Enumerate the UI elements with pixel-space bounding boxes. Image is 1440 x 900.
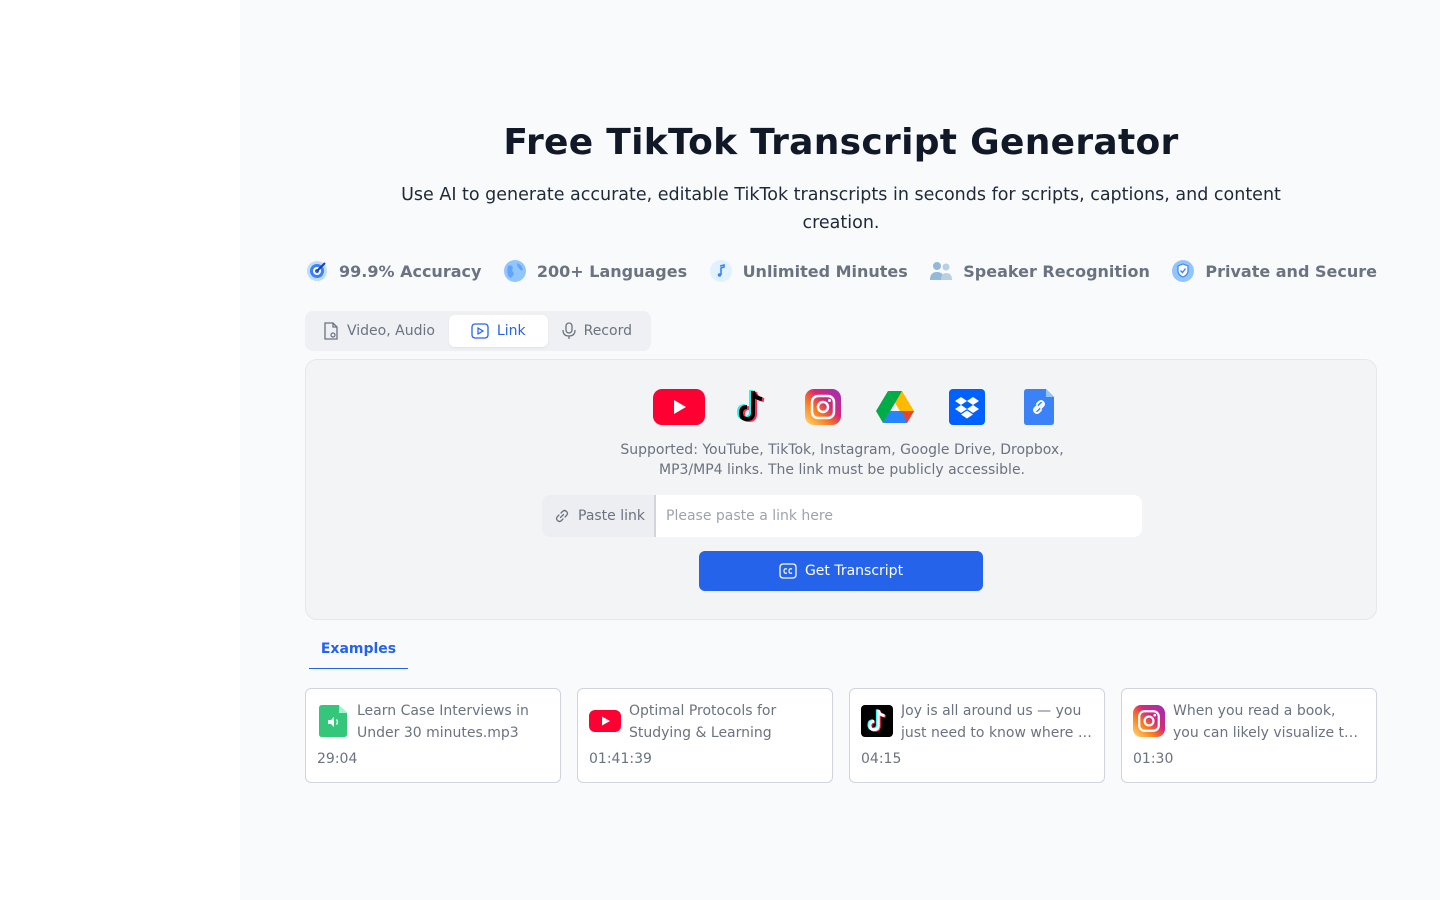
tiktok-icon xyxy=(725,388,777,426)
example-card[interactable]: Optimal Protocols for Studying & Learnin… xyxy=(577,688,833,783)
tiktok-icon xyxy=(861,705,893,737)
google-drive-icon xyxy=(869,388,921,426)
paste-link-text: Paste link xyxy=(578,508,645,524)
examples-tabs: Examples xyxy=(309,630,408,669)
feature-label: 99.9% Accuracy xyxy=(339,261,482,281)
music-note-icon xyxy=(709,259,733,283)
supported-line: MP3/MP4 links. The link must be publicly… xyxy=(658,462,1026,478)
supported-text: Supported: YouTube, TikTok, Instagram, G… xyxy=(592,440,1092,480)
example-duration: 01:41:39 xyxy=(589,751,652,767)
get-transcript-button[interactable]: Get Transcript xyxy=(699,551,983,591)
feature-label: Speaker Recognition xyxy=(963,261,1150,281)
feature-privacy: Private and Secure xyxy=(1171,259,1377,283)
get-transcript-label: Get Transcript xyxy=(804,563,904,579)
shield-icon xyxy=(1171,259,1195,283)
sidebar xyxy=(0,0,240,900)
chain-link-icon xyxy=(555,509,569,523)
link-file-icon xyxy=(1013,388,1065,426)
link-panel: Supported: YouTube, TikTok, Instagram, G… xyxy=(305,359,1377,620)
feature-label: Unlimited Minutes xyxy=(742,261,908,281)
paste-link-label: Paste link xyxy=(542,495,654,537)
tab-link[interactable]: Link xyxy=(448,315,548,347)
feature-list: 99.9% Accuracy 200+ Languages Unlimited … xyxy=(305,259,1377,283)
example-card[interactable]: When you read a book, you can likely vis… xyxy=(1121,688,1377,783)
instagram-icon xyxy=(797,388,849,426)
example-title: Joy is all around us — you just need to … xyxy=(901,703,1092,741)
feature-accuracy: 99.9% Accuracy xyxy=(305,259,481,283)
file-icon xyxy=(324,322,338,340)
tab-record[interactable]: Record xyxy=(548,315,646,347)
example-duration: 29:04 xyxy=(317,751,358,767)
dropbox-icon xyxy=(941,388,993,426)
youtube-icon xyxy=(653,388,705,426)
main-area: Free TikTok Transcript Generator Use AI … xyxy=(240,0,1440,900)
supported-line: Supported: YouTube, TikTok, Instagram, G… xyxy=(620,442,1064,458)
example-duration: 01:30 xyxy=(1133,751,1174,767)
page-title: Free TikTok Transcript Generator xyxy=(503,122,1179,163)
audio-file-icon xyxy=(317,705,349,737)
page-subtitle: Use AI to generate accurate, editable Ti… xyxy=(401,185,1281,233)
target-icon xyxy=(305,259,329,283)
tab-label: Link xyxy=(496,323,526,339)
microphone-icon xyxy=(561,322,576,339)
input-mode-tabs: Video, Audio Link Record xyxy=(305,311,651,351)
tab-label: Video, Audio xyxy=(347,323,435,339)
example-title: Optimal Protocols for Studying & Learnin… xyxy=(629,703,777,741)
people-icon xyxy=(929,259,953,283)
supported-sources xyxy=(653,388,1065,426)
feature-speaker: Speaker Recognition xyxy=(929,259,1150,283)
example-cards: Learn Case Interviews in Under 30 minute… xyxy=(305,688,1377,783)
link-input[interactable] xyxy=(654,495,1142,537)
youtube-icon xyxy=(589,705,621,737)
feature-label: Private and Secure xyxy=(1205,261,1377,281)
link-input-group: Paste link xyxy=(542,495,1142,537)
globe-icon xyxy=(503,259,527,283)
tab-examples[interactable]: Examples xyxy=(309,630,408,669)
example-title: When you read a book, you can likely vis… xyxy=(1173,703,1362,741)
example-card[interactable]: Joy is all around us — you just need to … xyxy=(849,688,1105,783)
feature-languages: 200+ Languages xyxy=(503,259,687,283)
tab-video-audio[interactable]: Video, Audio xyxy=(309,315,449,347)
example-card[interactable]: Learn Case Interviews in Under 30 minute… xyxy=(305,688,561,783)
instagram-icon xyxy=(1133,705,1165,737)
example-title: Learn Case Interviews in Under 30 minute… xyxy=(357,703,529,741)
feature-minutes: Unlimited Minutes xyxy=(709,259,908,283)
example-duration: 04:15 xyxy=(861,751,902,767)
feature-label: 200+ Languages xyxy=(536,261,688,281)
play-box-icon xyxy=(471,323,489,339)
closed-caption-icon xyxy=(779,563,797,579)
tab-label: Record xyxy=(583,323,632,339)
